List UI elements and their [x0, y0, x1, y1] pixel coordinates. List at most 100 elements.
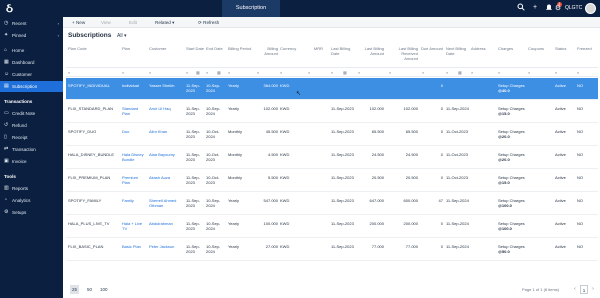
sidebar-item-home[interactable]: ⌂ Home	[0, 45, 63, 56]
col-header-last-billing-date[interactable]: Last Billing Date	[331, 46, 356, 56]
cell-plan[interactable]: Basic Plan	[122, 244, 147, 249]
col-header-customer[interactable]: Customer	[149, 46, 179, 51]
sidebar-item-subscription[interactable]: ▤ Subscription	[0, 81, 63, 92]
table-row[interactable]: HALA_PLUS_LIVE_TV Hala + Live TV Abdulrahm…	[66, 216, 598, 238]
col-header-start-date[interactable]: Start Date	[186, 46, 204, 51]
search-icon[interactable]: ⌕	[422, 70, 424, 75]
cell-plan[interactable]: Family	[122, 198, 147, 203]
cell-customer[interactable]: Alim Khan	[149, 129, 183, 134]
edit-button[interactable]: Edit	[129, 17, 137, 28]
col-header-address[interactable]: Address	[471, 46, 491, 51]
search-icon[interactable]: ⌕	[358, 70, 360, 75]
search-icon[interactable]: ⌕	[308, 70, 310, 75]
table-row[interactable]: FLIX_BASIC_PLAN Basic Plan Peter Jackson 11…	[66, 239, 598, 261]
col-header-end-date[interactable]: End Date	[206, 46, 224, 51]
col-header-freezed[interactable]: Freezed	[577, 46, 597, 51]
col-header-currency[interactable]: Currency	[280, 46, 304, 51]
page-size-50[interactable]: 50	[85, 285, 94, 294]
sidebar-item-pinned[interactable]: ✦ Pinned ›	[0, 30, 63, 41]
sidebar-item-refund[interactable]: ↺ Refund	[0, 120, 63, 131]
reports-icon: ▥	[4, 185, 9, 191]
plus-icon[interactable]: +	[530, 3, 540, 13]
search-icon[interactable]: ⌕	[206, 70, 208, 75]
col-header-last-billing-received[interactable]: Last Billing Received Amount	[388, 46, 418, 61]
search-icon[interactable]: ⌕	[331, 70, 333, 75]
cell-customer[interactable]: Alaa Bayoumy	[149, 152, 183, 157]
sidebar-item-reports[interactable]: ▥ Reports	[0, 183, 63, 194]
search-icon[interactable]: ⌕	[471, 70, 473, 75]
search-icon[interactable]: ⌕	[280, 70, 282, 75]
search-icon[interactable]: ⌕	[228, 70, 230, 75]
search-icon[interactable]: ⌕	[122, 70, 124, 75]
search-icon[interactable]: ⌕	[498, 70, 500, 75]
col-header-charges[interactable]: Charges	[498, 46, 522, 51]
col-header-coupons[interactable]: Coupons	[528, 46, 550, 51]
related-button[interactable]: Related ▾	[155, 17, 174, 28]
settings-icon[interactable]: ⚙	[553, 4, 563, 14]
page-size-100[interactable]: 100	[98, 285, 110, 294]
search-icon[interactable]: ⌕	[446, 70, 448, 75]
col-header-billing-period[interactable]: Billing Period	[228, 46, 254, 51]
view-select[interactable]: All ▾	[117, 31, 126, 41]
sidebar-item-credit-note[interactable]: ▭ Credit Note	[0, 108, 63, 119]
refresh-button[interactable]: ⟳ Refresh	[198, 17, 219, 28]
app-logo[interactable]: ઠ	[6, 2, 16, 15]
sidebar-item-receipt[interactable]: ▯ Receipt	[0, 132, 63, 143]
cell-customer[interactable]: Yasser Sheikh	[149, 83, 183, 88]
col-header-plan[interactable]: Plan	[122, 46, 146, 51]
org-name[interactable]: QLGTC	[565, 0, 582, 17]
new-button[interactable]: + New	[72, 17, 85, 28]
sidebar-item-customer[interactable]: ☺ Customer	[0, 69, 63, 80]
cell-plan[interactable]: Individual	[122, 83, 147, 88]
cell-customer[interactable]: Peter Jackson	[149, 244, 183, 249]
sidebar-item-recent[interactable]: ◷ Recent ›	[0, 18, 63, 29]
cell-customer[interactable]: Amir Ul Haq	[149, 106, 183, 111]
sidebar-item-dashboard[interactable]: ▦ Dashboard	[0, 57, 63, 68]
col-header-next-billing-date[interactable]: Next Billing Date	[446, 46, 472, 56]
calendar-icon[interactable]: ▦	[458, 70, 462, 75]
calendar-icon[interactable]: ▦	[343, 70, 347, 75]
search-icon[interactable]: ⌕	[257, 70, 259, 75]
cell-plan[interactable]: Standard Plan	[122, 106, 147, 116]
cell-customer[interactable]: Abdulrahman	[149, 221, 183, 226]
table-row[interactable]: SPOTIFY_DUO Duo Alim Khan 11-Sep-2023 10-Oct…	[66, 124, 598, 146]
table-row[interactable]: SPOTIFY_FAMILY Family Sherrell Ahmed Othma…	[66, 193, 598, 215]
sidebar-item-setups[interactable]: ⚙ Setups	[0, 207, 63, 218]
view-button[interactable]: View	[101, 17, 111, 28]
cell-plan[interactable]: Duo	[122, 129, 147, 134]
search-icon[interactable]: ⌕	[555, 70, 557, 75]
search-icon[interactable]	[516, 3, 526, 13]
cell-plan[interactable]: Hala Disney Bundle	[122, 152, 147, 162]
avatar[interactable]	[585, 3, 596, 14]
cell-customer[interactable]: Akash Auza	[149, 175, 183, 180]
col-header-plan-code[interactable]: Plan Code	[68, 46, 118, 51]
sidebar-item-analytics[interactable]: ◔ Analytics	[0, 195, 63, 206]
table-row[interactable]: SPOTIFY_INDIVIDUAL Individual Yasser Sheik…	[66, 78, 598, 100]
search-icon[interactable]: ⌕	[186, 70, 188, 75]
table-row[interactable]: HALA_DISNEY_BUNDLE Hala Disney Bundle Alaa…	[66, 147, 598, 169]
table-row[interactable]: FLIX_PREMIUM_PLAN Premium Plan Akash Auza 1…	[66, 170, 598, 192]
col-header-status[interactable]: Status	[555, 46, 573, 51]
search-icon[interactable]: ⌕	[577, 70, 579, 75]
calendar-icon[interactable]: ▦	[217, 70, 221, 75]
col-header-due-amount[interactable]: Due Amount	[421, 46, 443, 51]
search-icon[interactable]: ⌕	[528, 70, 530, 75]
cell-plan[interactable]: Premium Plan	[122, 175, 147, 185]
page-size-25[interactable]: 25	[70, 285, 80, 294]
col-header-mrr[interactable]: MRR	[307, 46, 323, 51]
cell-plan[interactable]: Hala + Live TV	[122, 221, 147, 231]
col-header-billing-amount[interactable]: Billing Amount	[256, 46, 278, 56]
sidebar-item-transaction[interactable]: ⇄ Transaction	[0, 144, 63, 155]
table-row[interactable]: FLIX_STANDARD_PLAN Standard Plan Amir Ul H…	[66, 101, 598, 123]
app-title-tab[interactable]: Subscription	[222, 0, 280, 17]
current-page-button[interactable]: 1	[580, 285, 588, 294]
search-icon[interactable]: ⌕	[149, 70, 151, 75]
search-icon[interactable]: ⌕	[68, 70, 70, 75]
next-page-button[interactable]: ›	[589, 285, 597, 294]
prev-page-button[interactable]: ‹	[571, 285, 579, 294]
cell-customer[interactable]: Sherrell Ahmed Othman	[149, 198, 183, 208]
calendar-icon[interactable]: ▦	[196, 70, 200, 75]
search-icon[interactable]: ⌕	[389, 70, 391, 75]
sidebar-item-invoice[interactable]: ▣ Invoice	[0, 156, 63, 167]
col-header-last-billing-amount[interactable]: Last Billing Amount	[357, 46, 384, 56]
